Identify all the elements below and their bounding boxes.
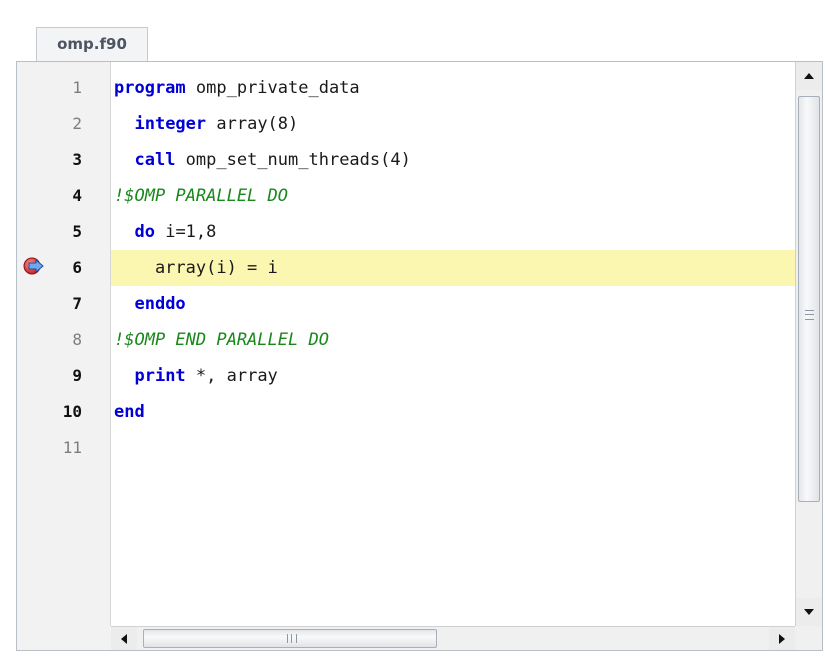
line-number: 3 bbox=[72, 150, 82, 169]
code-line[interactable]: !$OMP END PARALLEL DO bbox=[111, 322, 795, 358]
code-line[interactable]: array(i) = i bbox=[111, 250, 795, 286]
keyword-token: print bbox=[134, 366, 186, 386]
scrollbar-corner-right bbox=[795, 626, 822, 650]
line-number: 8 bbox=[72, 330, 82, 349]
arrow-right-icon bbox=[779, 634, 785, 644]
horizontal-scroll-thumb[interactable] bbox=[143, 629, 437, 648]
arrow-up-icon bbox=[804, 73, 814, 79]
keyword-token: enddo bbox=[134, 294, 186, 314]
arrow-left-icon bbox=[121, 634, 127, 644]
code-line[interactable]: !$OMP PARALLEL DO bbox=[111, 178, 795, 214]
horizontal-scrollbar[interactable] bbox=[111, 626, 795, 650]
scrollbar-corner-left bbox=[17, 626, 111, 650]
code-line[interactable]: program omp_private_data bbox=[111, 70, 795, 106]
line-number: 1 bbox=[72, 78, 82, 97]
code-token: array(8) bbox=[206, 114, 299, 134]
line-number: 5 bbox=[72, 222, 82, 241]
code-line[interactable]: do i=1,8 bbox=[111, 214, 795, 250]
scroll-right-button[interactable] bbox=[769, 627, 795, 650]
scroll-up-button[interactable] bbox=[796, 62, 822, 90]
vertical-scroll-thumb[interactable] bbox=[798, 96, 820, 502]
grip-icon bbox=[287, 634, 297, 643]
code-line[interactable] bbox=[111, 430, 795, 466]
line-number: 6 bbox=[72, 258, 82, 277]
tab-omp-f90[interactable]: omp.f90 bbox=[36, 27, 148, 62]
comment-token: !$OMP END PARALLEL DO bbox=[114, 330, 329, 350]
code-line[interactable]: enddo bbox=[111, 286, 795, 322]
line-number: 7 bbox=[72, 294, 82, 313]
keyword-token: do bbox=[134, 222, 155, 242]
code-token: array(i) = i bbox=[114, 258, 278, 278]
line-number: 9 bbox=[72, 366, 82, 385]
arrow-down-icon bbox=[804, 609, 814, 615]
keyword-token: end bbox=[114, 402, 145, 422]
scroll-left-button[interactable] bbox=[111, 627, 137, 650]
vertical-scrollbar[interactable] bbox=[795, 62, 822, 626]
scroll-down-button[interactable] bbox=[796, 598, 822, 626]
line-number: 4 bbox=[72, 186, 82, 205]
keyword-token: call bbox=[134, 150, 176, 170]
line-number: 10 bbox=[62, 402, 82, 421]
code-token: omp_set_num_threads(4) bbox=[175, 150, 411, 170]
breakpoint-margin[interactable] bbox=[17, 62, 52, 626]
code-token: i=1,8 bbox=[154, 222, 217, 242]
current-position-arrow-icon[interactable] bbox=[23, 257, 45, 275]
line-number: 11 bbox=[62, 438, 82, 457]
comment-token: !$OMP PARALLEL DO bbox=[114, 186, 288, 206]
tab-bar: omp.f90 bbox=[0, 0, 825, 62]
code-token: omp_private_data bbox=[185, 78, 360, 98]
code-line[interactable]: end bbox=[111, 394, 795, 430]
code-token: *, array bbox=[185, 366, 278, 386]
code-line[interactable]: print *, array bbox=[111, 358, 795, 394]
code-line[interactable]: call omp_set_num_threads(4) bbox=[111, 142, 795, 178]
grip-icon bbox=[805, 310, 814, 320]
line-number: 2 bbox=[72, 114, 82, 133]
keyword-token: integer bbox=[134, 114, 207, 134]
keyword-token: program bbox=[114, 78, 186, 98]
code-line[interactable]: integer array(8) bbox=[111, 106, 795, 142]
